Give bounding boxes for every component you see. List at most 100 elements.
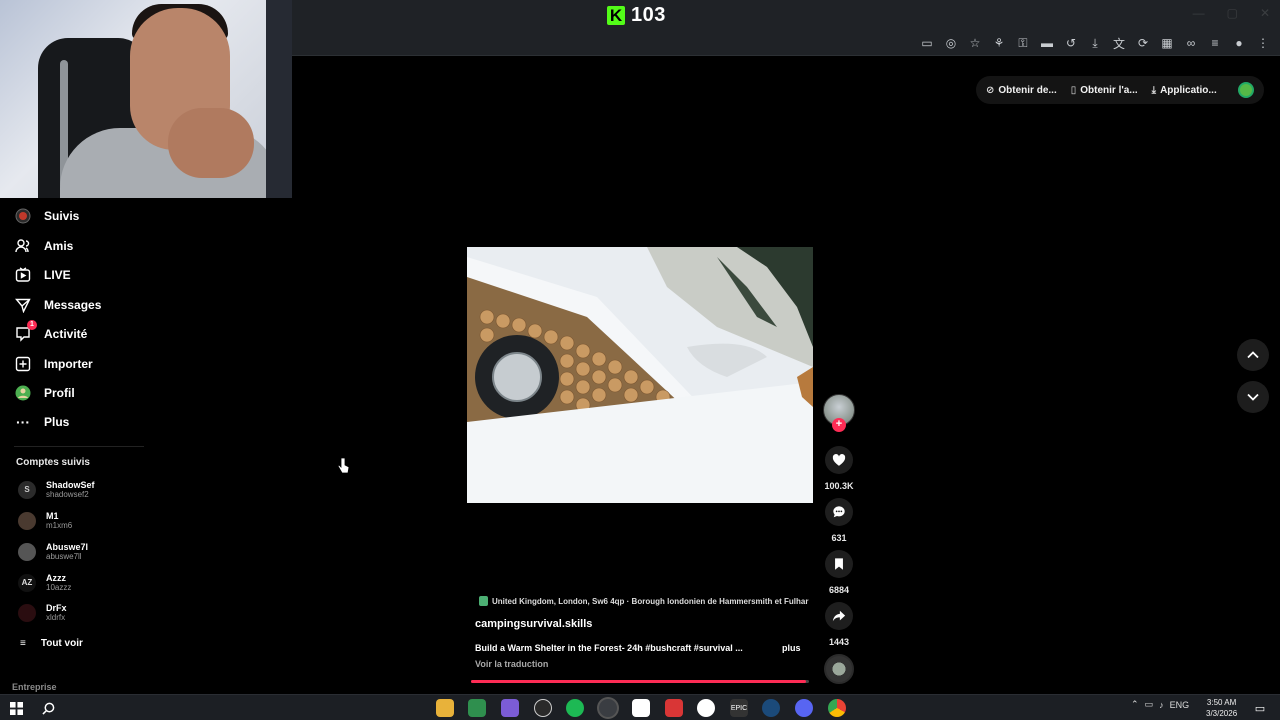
sidebar-item-plus[interactable]: ··· Plus (14, 411, 69, 433)
search-icon[interactable] (39, 699, 57, 717)
music-disc-icon[interactable] (824, 654, 854, 684)
eye-off-icon[interactable]: ◎ (942, 34, 960, 52)
avatar (18, 603, 36, 622)
maximize-icon[interactable]: ▢ (1227, 6, 1238, 20)
close-icon[interactable]: ✕ (1260, 6, 1270, 20)
network-icon[interactable]: ▭ (1145, 699, 1154, 710)
activity-icon: 1 (14, 320, 37, 343)
sidebar-item-activite[interactable]: 1 Activité (14, 320, 88, 345)
epic-games-icon[interactable]: EPIC (730, 699, 748, 717)
sidebar-label: Importer (44, 357, 93, 371)
kick-viewer-badge: K 103 (607, 3, 666, 27)
clock-time: 3:50 AM (1206, 698, 1237, 707)
star-icon[interactable]: ☆ (966, 34, 984, 52)
volume-icon[interactable]: ♪ (1159, 700, 1164, 710)
card-icon[interactable]: ▬ (1038, 34, 1056, 52)
sidebar-label: Messages (44, 298, 102, 312)
download-icon: ⤓ (1151, 84, 1157, 96)
video-player[interactable] (467, 247, 813, 503)
following-accounts-title: Comptes suivis (16, 457, 90, 468)
account-name: Azzz (46, 573, 66, 583)
refresh-icon[interactable]: ⟳ (1134, 34, 1152, 52)
webcam-edge (266, 0, 292, 198)
user-avatar[interactable] (1238, 82, 1254, 98)
translate-button[interactable]: Voir la traduction (475, 659, 548, 669)
key-icon[interactable]: ⚿ (1014, 34, 1032, 52)
chevron-up-icon[interactable]: ⌃ (1131, 699, 1139, 710)
followed-account[interactable]: Abuswe7l abuswe7ll (18, 542, 88, 561)
desktop-app-button[interactable]: ⤓ Applicatio... (1152, 85, 1217, 96)
game-launcher-icon[interactable] (501, 699, 519, 717)
video-author[interactable]: campingsurvival.skills (475, 618, 592, 630)
video-location[interactable]: United Kingdom, London, Sw6 4qp · Boroug… (479, 596, 808, 606)
history-icon[interactable]: ↺ (1062, 34, 1080, 52)
sidebar-item-importer[interactable]: Importer (14, 353, 93, 375)
expand-description-button[interactable]: plus (782, 643, 801, 653)
cast-icon[interactable]: ▭ (918, 34, 936, 52)
steam-icon[interactable] (762, 699, 780, 717)
video-progress-bar[interactable] (471, 680, 809, 683)
footer-link-entreprise[interactable]: Entreprise (12, 682, 57, 692)
phone-icon: ▯ (1070, 84, 1077, 96)
chevron-down-icon (1247, 393, 1259, 401)
profile-avatar-icon[interactable]: ● (1230, 34, 1248, 52)
share-button[interactable] (825, 602, 853, 630)
chevron-up-icon (1247, 351, 1259, 359)
sidebar-label: Activité (44, 327, 88, 341)
followed-account[interactable]: DrFx xldrfx (18, 603, 67, 622)
store-icon[interactable] (468, 699, 486, 717)
playlist-icon[interactable]: ≡ (1206, 34, 1224, 52)
spotify-icon[interactable] (566, 699, 584, 717)
file-explorer-icon[interactable] (436, 699, 454, 717)
get-coins-label: Obtenir de... (998, 84, 1057, 96)
windows-start-icon[interactable] (7, 699, 25, 717)
hand-cursor-icon (337, 457, 349, 474)
download-icon[interactable]: ⤓ (1086, 34, 1104, 52)
followed-account[interactable]: M1 m1xm6 (18, 511, 72, 530)
circle-app-icon[interactable] (697, 699, 715, 717)
share-count: 1443 (828, 637, 850, 647)
minimize-icon[interactable]: — (1193, 6, 1205, 20)
messages-icon (14, 296, 32, 314)
system-tray: ⌃ ▭ ♪ ENG (1131, 699, 1189, 710)
webcam-hand (168, 108, 254, 178)
extension-icon[interactable]: ⚘ (990, 34, 1008, 52)
comment-button[interactable] (825, 498, 853, 526)
capcut-icon[interactable] (632, 699, 650, 717)
followed-account[interactable]: S ShadowSef shadowsef2 (18, 480, 95, 499)
follow-plus-icon[interactable]: + (832, 418, 846, 432)
sidebar-item-suivis[interactable]: Suivis (14, 205, 79, 227)
avatar: S (18, 480, 36, 499)
comment-count: 631 (831, 533, 847, 543)
tiktok-icon[interactable] (599, 699, 617, 717)
language-indicator[interactable]: ENG (1170, 700, 1190, 710)
next-video-button[interactable] (1237, 381, 1269, 413)
more-icon: ··· (16, 414, 30, 430)
translate-icon[interactable]: 文 (1110, 34, 1128, 52)
link-icon[interactable]: ∞ (1182, 34, 1200, 52)
sidebar-item-amis[interactable]: Amis (14, 235, 73, 257)
recording-app-icon[interactable] (665, 699, 683, 717)
notifications-icon[interactable]: ▭ (1251, 699, 1269, 717)
like-button[interactable] (825, 446, 853, 474)
get-coins-button[interactable]: ⊘ Obtenir de... (986, 85, 1057, 96)
location-icon (479, 596, 488, 606)
see-all-button[interactable]: ≡ Tout voir (20, 638, 83, 649)
followed-account[interactable]: AZ Azzz 10azzz (18, 573, 71, 592)
chrome-icon[interactable] (828, 699, 846, 717)
previous-video-button[interactable] (1237, 339, 1269, 371)
obs-icon[interactable] (534, 699, 552, 717)
account-handle: m1xm6 (46, 521, 73, 530)
discord-icon[interactable] (795, 699, 813, 717)
sidebar-item-messages[interactable]: Messages (14, 294, 101, 316)
system-clock[interactable]: 3:50 AM 3/3/2026 (1206, 697, 1237, 719)
get-app-button[interactable]: ▯ Obtenir l'a... (1071, 85, 1138, 96)
grid-icon[interactable]: ▦ (1158, 34, 1176, 52)
save-button[interactable] (825, 550, 853, 578)
location-label: United Kingdom, London, Sw6 4qp · Boroug… (492, 596, 809, 606)
sidebar-item-profil[interactable]: Profil (14, 382, 75, 404)
kebab-menu-icon[interactable]: ⋮ (1254, 34, 1272, 52)
sidebar-item-live[interactable]: LIVE (14, 264, 71, 286)
see-all-label: Tout voir (40, 638, 83, 649)
webcam-overlay (0, 0, 292, 198)
